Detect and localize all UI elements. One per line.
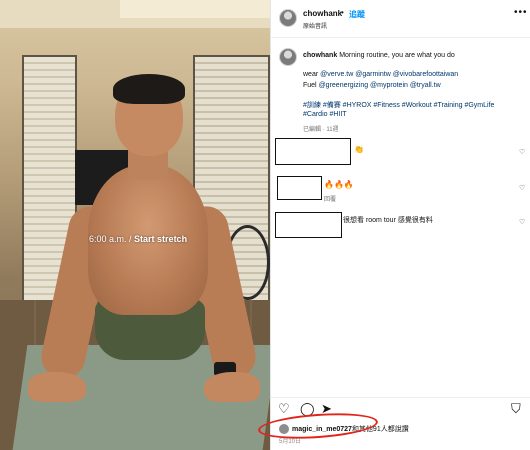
overlay-action: Start stretch — [134, 234, 188, 244]
wear-label: wear — [303, 71, 319, 78]
comment-2-like-icon[interactable]: ♡ — [519, 184, 525, 192]
author-username[interactable]: chowhank — [303, 9, 342, 18]
post-header: chowhank • 追蹤 原始音訊 ••• — [271, 0, 530, 38]
person-hair — [113, 74, 185, 104]
hashtags-line-2[interactable]: #Cardio #HIIT — [303, 111, 347, 118]
person-left-hand — [28, 372, 86, 402]
video-overlay-caption: 6:00 a.m. / Start stretch — [89, 234, 187, 244]
post-photo[interactable]: 6:00 a.m. / Start stretch — [0, 0, 270, 450]
caption-first-line: chowhank Morning routine, you are what y… — [303, 52, 455, 59]
comment-3-text: 很想看 room tour 感覺很有料 — [343, 217, 433, 224]
bookmark-icon[interactable]: ⛉ — [511, 401, 521, 417]
hashtags-line-1[interactable]: #訓練 #備賽 #HYROX #Fitness #Workout #Traini… — [303, 100, 494, 110]
more-options-icon[interactable]: ••• — [514, 7, 528, 18]
original-audio-link[interactable]: 原始音訊 — [303, 21, 327, 30]
comment-1-like-icon[interactable]: ♡ — [519, 148, 525, 156]
caption-text: Morning routine, you are what you do — [339, 52, 455, 59]
fuel-label: Fuel — [303, 82, 317, 89]
caption-username[interactable]: chowhank — [303, 52, 337, 59]
separator-dot: • — [341, 8, 344, 17]
comment-1-emoji: 👏 — [354, 145, 364, 154]
comment-3-like-icon[interactable]: ♡ — [519, 218, 525, 226]
caption-wear-line: wear @verve.tw @garmintw @vivobarefootta… — [303, 71, 458, 78]
person-right-hand — [204, 372, 260, 402]
overlay-time: 6:00 a.m. / — [89, 234, 132, 244]
redacted-comment-author-1 — [275, 138, 351, 165]
post-side-panel: chowhank • 追蹤 原始音訊 ••• chowhank Morning … — [270, 0, 530, 450]
redacted-comment-author-2 — [277, 176, 322, 200]
ceiling-light — [120, 0, 270, 18]
follow-button[interactable]: 追蹤 — [349, 9, 365, 20]
redacted-comment-author-3 — [275, 212, 342, 238]
post-meta: 已編輯 · 11週 — [303, 127, 339, 133]
comment-2-reply[interactable]: 回覆 — [324, 194, 336, 203]
wear-tags[interactable]: @verve.tw @garmintw @vivobarefoottaiwan — [320, 71, 458, 78]
caption-author-avatar[interactable] — [279, 48, 297, 66]
author-avatar[interactable] — [279, 9, 297, 27]
caption-fuel-line: Fuel @greenergizing @myprotein @tryall.t… — [303, 82, 441, 89]
comment-2-emoji: 🔥🔥🔥 — [324, 180, 354, 189]
like-icon[interactable]: ♡ — [278, 401, 290, 417]
fuel-tags[interactable]: @greenergizing @myprotein @tryall.tw — [319, 82, 441, 89]
